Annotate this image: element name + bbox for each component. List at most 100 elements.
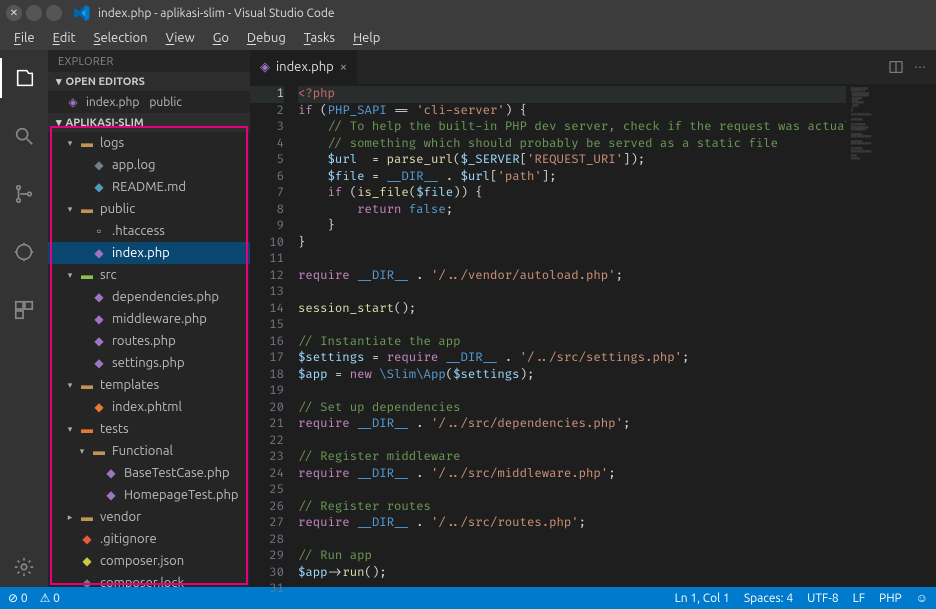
minimap[interactable]: ██ ████ ██ █████████████ ████████████ ██…	[846, 84, 936, 587]
chevron-down-icon: ▾	[66, 270, 74, 281]
tree-label: README.md	[112, 180, 186, 194]
file-icon: ◆	[92, 246, 106, 260]
titlebar: ✕ index.php - aplikasi-slim - Visual Stu…	[0, 0, 936, 26]
folder-icon: ▬	[80, 378, 94, 392]
file-settings-php[interactable]: ◆settings.php	[48, 352, 250, 374]
file-homepagetest-php[interactable]: ◆ HomepageTest.php	[48, 484, 250, 506]
activity-bar	[0, 50, 48, 587]
menu-go[interactable]: Go	[205, 29, 237, 47]
status-eol[interactable]: LF	[853, 592, 865, 605]
file-icon: ◆	[80, 554, 94, 568]
file-icon: ◆	[80, 576, 94, 587]
status-position[interactable]: Ln 1, Col 1	[675, 592, 730, 605]
activity-settings-icon[interactable]	[0, 547, 48, 587]
tree-label: BaseTestCase.php	[124, 466, 230, 480]
window-maximize-icon[interactable]	[46, 5, 62, 21]
php-icon: ◈	[260, 60, 270, 75]
code-content[interactable]: <?phpif (PHP_SAPI == 'cli-server') { // …	[292, 84, 846, 587]
open-editor-filename: index.php	[86, 96, 139, 109]
status-language[interactable]: PHP	[879, 592, 902, 605]
folder-functional[interactable]: ▾▬Functional	[48, 440, 250, 462]
file-icon: ◆	[104, 488, 118, 502]
activity-debug-icon[interactable]	[0, 232, 48, 272]
window-close-icon[interactable]: ✕	[6, 5, 22, 21]
tree-label: HomepageTest.php	[124, 488, 239, 502]
file-tree: ▾ ▬ logs ◆ app.log ◆ README.md ▾▬public▫.htacce…	[48, 132, 250, 587]
tree-label: tests	[100, 422, 129, 436]
open-editors-header[interactable]: ▾OPEN EDITORS	[48, 72, 250, 91]
file-icon: ◆	[92, 158, 106, 172]
file-index-phtml[interactable]: ◆index.phtml	[48, 396, 250, 418]
menu-view[interactable]: View	[158, 29, 203, 47]
folder-icon: ▬	[80, 136, 94, 150]
chevron-down-icon: ▾	[66, 204, 74, 215]
menu-edit[interactable]: Edit	[45, 29, 84, 47]
activity-search-icon[interactable]	[0, 116, 48, 156]
status-indent[interactable]: Spaces: 4	[744, 592, 793, 605]
tree-label: index.php	[112, 246, 170, 260]
menubar: FileEditSelectionViewGoDebugTasksHelp	[0, 26, 936, 50]
folder-public[interactable]: ▾▬public	[48, 198, 250, 220]
file-app-log[interactable]: ◆ app.log	[48, 154, 250, 176]
tree-label: app.log	[112, 158, 156, 172]
file-dependencies-php[interactable]: ◆dependencies.php	[48, 286, 250, 308]
vscode-icon	[74, 5, 90, 21]
file-composer-lock[interactable]: ◆composer.lock	[48, 572, 250, 587]
tree-label: settings.php	[112, 356, 185, 370]
chevron-right-icon: ▸	[66, 512, 74, 523]
folder-icon: ▬	[80, 268, 94, 282]
activity-extensions-icon[interactable]	[0, 290, 48, 330]
file-routes-php[interactable]: ◆routes.php	[48, 330, 250, 352]
chevron-down-icon: ▾	[78, 446, 86, 457]
menu-selection[interactable]: Selection	[86, 29, 156, 47]
menu-debug[interactable]: Debug	[239, 29, 294, 47]
file-icon: ◆	[104, 466, 118, 480]
folder-logs[interactable]: ▾▬logs	[48, 132, 250, 154]
editor: ◈ index.php × ⋯ 123456789101112131415161…	[250, 50, 936, 587]
window-minimize-icon[interactable]	[26, 5, 42, 21]
menu-tasks[interactable]: Tasks	[296, 29, 343, 47]
status-encoding[interactable]: UTF-8	[807, 592, 838, 605]
file-middleware-php[interactable]: ◆middleware.php	[48, 308, 250, 330]
file-icon: ◆	[92, 334, 106, 348]
folder-tests[interactable]: ▾▬tests	[48, 418, 250, 440]
status-errors[interactable]: ⊘ 0	[8, 591, 28, 605]
tree-label: middleware.php	[112, 312, 207, 326]
file-composer-json[interactable]: ◆ composer.json	[48, 550, 250, 572]
tree-label: .gitignore	[100, 532, 157, 546]
split-editor-icon[interactable]	[888, 59, 904, 75]
tab-index-php[interactable]: ◈ index.php ×	[250, 50, 358, 84]
file-icon: ◆	[92, 180, 106, 194]
folder-vendor[interactable]: ▸▬vendor	[48, 506, 250, 528]
file-readme-md[interactable]: ◆ README.md	[48, 176, 250, 198]
activity-explorer-icon[interactable]	[0, 58, 48, 98]
tree-label: vendor	[100, 510, 141, 524]
minimap-content: ██ ████ ██ █████████████ ████████████ ██…	[851, 88, 932, 160]
folder-templates[interactable]: ▾ ▬ templates	[48, 374, 250, 396]
status-warnings[interactable]: ⚠ 0	[40, 591, 60, 605]
activity-git-icon[interactable]	[0, 174, 48, 214]
tree-label: logs	[100, 136, 124, 150]
menu-file[interactable]: File	[6, 29, 43, 47]
tab-bar: ◈ index.php × ⋯	[250, 50, 936, 84]
file-basetestcase-php[interactable]: ◆ BaseTestCase.php	[48, 462, 250, 484]
chevron-down-icon: ▾	[66, 380, 74, 391]
status-feedback-icon[interactable]: ☺	[916, 591, 928, 605]
tree-label: index.phtml	[112, 400, 182, 414]
open-editor-item[interactable]: ◈ index.php public	[48, 91, 250, 113]
chevron-down-icon: ▾	[66, 424, 74, 435]
chevron-down-icon: ▾	[56, 75, 62, 88]
file-index-php[interactable]: ◆ index.php	[48, 242, 250, 264]
close-icon[interactable]: ×	[340, 60, 347, 74]
project-header[interactable]: ▾APLIKASI-SLIM	[48, 113, 250, 132]
menu-help[interactable]: Help	[345, 29, 388, 47]
tree-label: templates	[100, 378, 159, 392]
tree-label: composer.json	[100, 554, 184, 568]
folder-src[interactable]: ▾▬src	[48, 264, 250, 286]
file--htaccess[interactable]: ▫.htaccess	[48, 220, 250, 242]
file-icon: ◆	[80, 532, 94, 546]
tree-label: Functional	[112, 444, 173, 458]
file--gitignore[interactable]: ◆ .gitignore	[48, 528, 250, 550]
chevron-down-icon: ▾	[56, 116, 62, 129]
more-icon[interactable]: ⋯	[914, 60, 926, 74]
